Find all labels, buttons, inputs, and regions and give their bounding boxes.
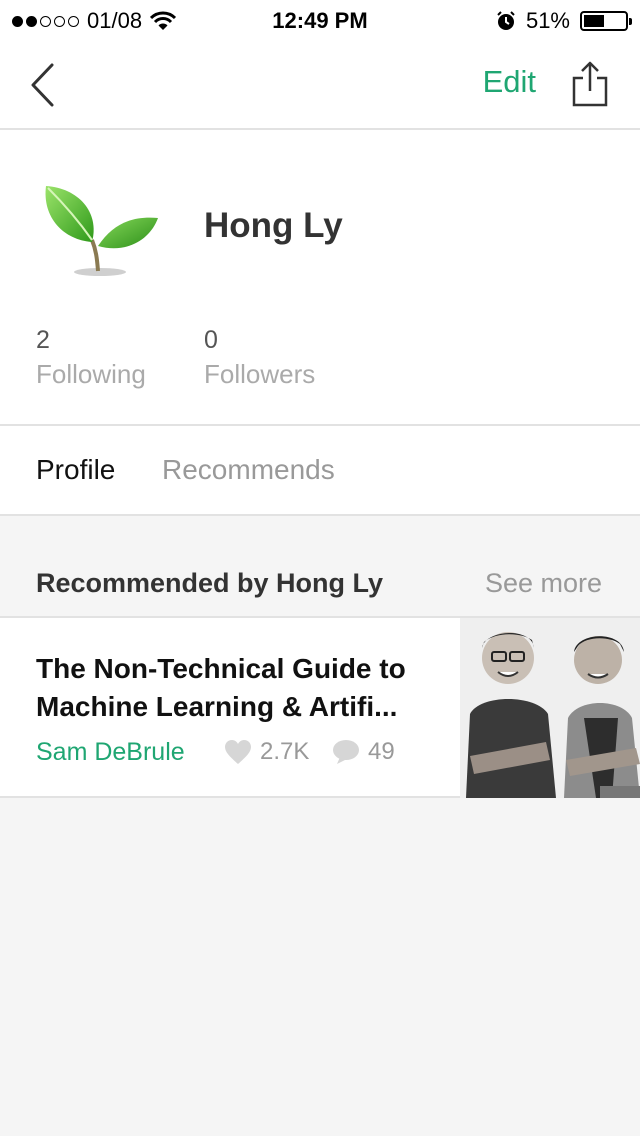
likes-meta[interactable]: 2.7K <box>224 738 309 766</box>
battery-level <box>584 15 605 27</box>
status-right: 51% <box>496 8 632 34</box>
followers-count: 0 <box>204 326 218 354</box>
alarm-icon <box>497 11 515 30</box>
status-bar: 01/08 12:49 PM 51% <box>0 0 640 40</box>
story-thumbnail[interactable] <box>460 618 640 798</box>
battery-icon <box>580 11 632 31</box>
edit-button[interactable]: Edit <box>483 64 536 100</box>
see-more-button[interactable]: See more <box>485 568 602 599</box>
tab-profile[interactable]: Profile <box>36 454 115 486</box>
comments-meta[interactable]: 49 <box>332 738 395 766</box>
nav-bar: Edit <box>0 40 640 130</box>
followers-stat[interactable]: 0 Followers <box>204 326 315 390</box>
followers-label: Followers <box>204 359 316 389</box>
tab-recommends[interactable]: Recommends <box>162 454 335 486</box>
following-count: 2 <box>36 326 50 354</box>
avatar[interactable] <box>34 178 164 278</box>
story-title[interactable]: The Non-Technical Guide to Machine Learn… <box>36 650 436 726</box>
profile-name: Hong Ly <box>204 206 343 245</box>
following-stat[interactable]: 2 Following <box>36 326 146 390</box>
story-card[interactable]: The Non-Technical Guide to Machine Learn… <box>0 616 640 798</box>
comments-count: 49 <box>368 738 395 765</box>
profile-tabs: Profile Recommends <box>0 426 640 516</box>
battery-percent: 51% <box>525 8 570 33</box>
likes-count: 2.7K <box>260 738 310 765</box>
recommended-section-header: Recommended by Hong Ly See more <box>0 516 640 616</box>
profile-header: Hong Ly 2 Following 0 Followers <box>0 130 640 426</box>
share-icon[interactable] <box>570 60 610 108</box>
comment-icon <box>333 740 359 764</box>
heart-icon <box>225 740 251 764</box>
following-label: Following <box>36 359 146 389</box>
section-title: Recommended by Hong Ly <box>36 568 384 598</box>
story-author[interactable]: Sam DeBrule <box>36 738 185 767</box>
back-chevron-icon[interactable] <box>26 62 60 108</box>
